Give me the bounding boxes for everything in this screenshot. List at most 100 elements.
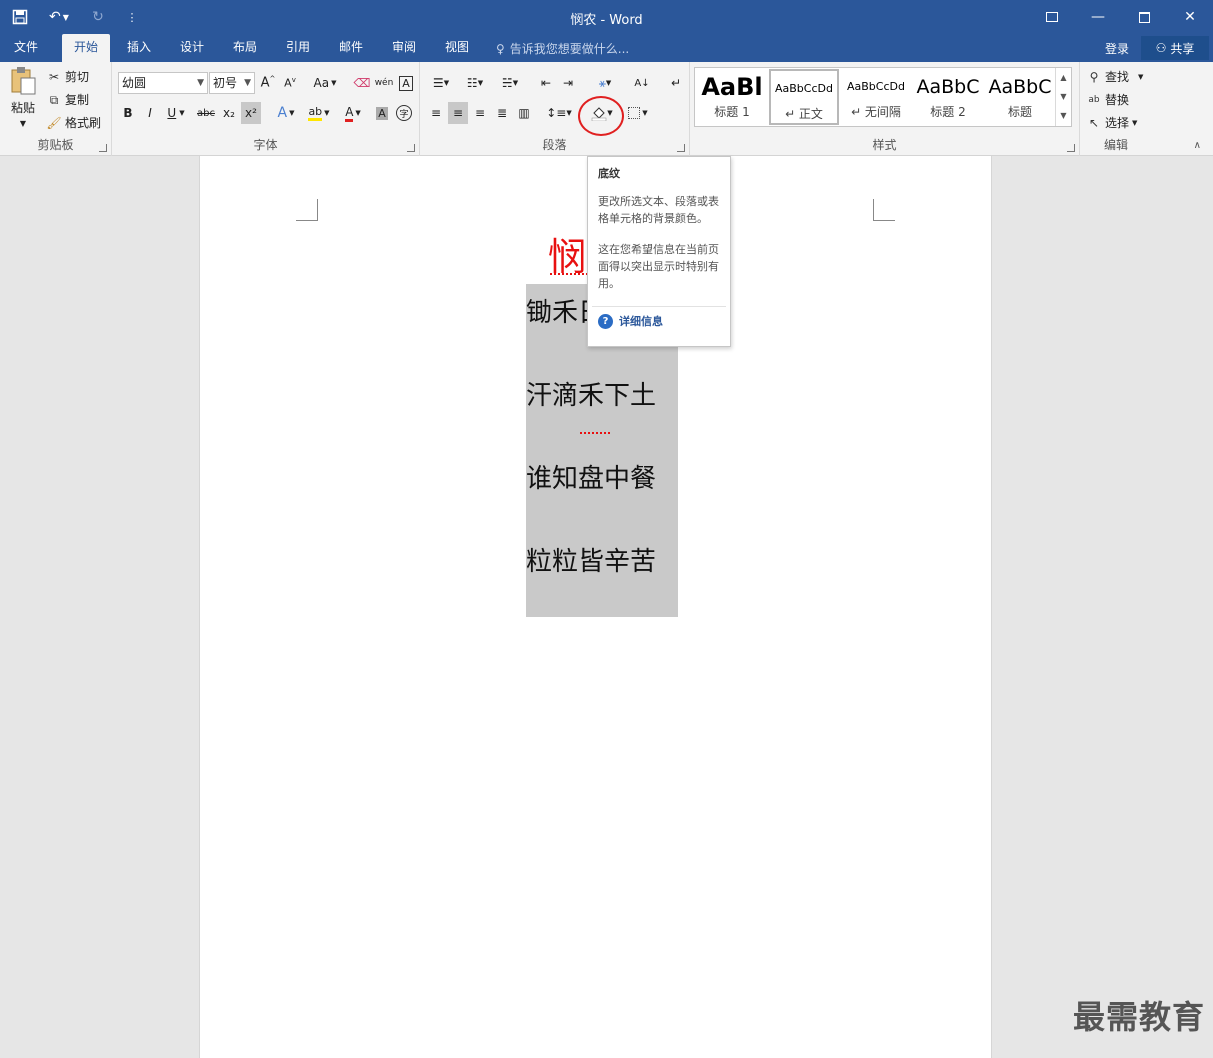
close-button[interactable]: ✕ [1167,0,1213,34]
find-button[interactable]: ⚲ 查找 ▼ [1086,68,1144,85]
tab-design[interactable]: 设计 [168,34,216,62]
style-title[interactable]: AaBbC 标题 [985,69,1055,125]
font-color-button[interactable]: A ▼ [338,102,368,124]
distributed-button[interactable]: ▥ [514,102,534,124]
borders-button[interactable]: ▼ [622,102,654,124]
increase-indent-button[interactable]: ⇥ [558,72,578,94]
tab-insert[interactable]: 插入 [115,34,163,62]
copy-button[interactable]: ⧉ 复制 [46,91,89,108]
login-link[interactable]: 登录 [1105,40,1129,57]
sort-button[interactable]: A↓ [632,72,652,94]
paintbrush-icon: 🖌 [46,115,62,130]
enclose-characters-button[interactable]: 字 [394,102,414,124]
justify-icon: ≣ [496,106,508,120]
font-color-dropdown-icon: ▼ [355,109,361,117]
underline-button[interactable]: U ▼ [162,102,190,124]
multilevel-list-icon: ☵ [501,76,513,90]
shrink-font-button[interactable]: Av [280,72,300,94]
font-launcher-icon[interactable] [407,144,415,152]
tab-home[interactable]: 开始 [62,34,111,62]
cut-button[interactable]: ✂ 剪切 [46,68,89,85]
styles-group-label: 样式 [872,138,897,152]
align-right-icon: ≡ [474,106,486,120]
replace-button[interactable]: ab 替换 [1086,91,1129,108]
style-heading-1[interactable]: AaBl 标题 1 [697,69,767,125]
clipboard-launcher-icon[interactable] [99,144,107,152]
paragraph-launcher-icon[interactable] [677,144,685,152]
help-icon: ? [598,313,613,329]
strikethrough-button[interactable]: abc [194,102,218,124]
tab-file[interactable]: 文件 [2,34,50,62]
font-size-combo[interactable]: 初号 ▼ [209,72,255,94]
gallery-more-icon[interactable]: ▼ [1056,106,1071,125]
tooltip-more-info-link[interactable]: ? 详细信息 [598,313,720,329]
change-case-label: Aa [313,76,330,90]
style-normal[interactable]: AaBbCcDd ↵ 正文 [769,69,839,125]
select-label: 选择 [1105,116,1130,130]
character-border-button[interactable]: A [396,72,416,94]
align-center-button[interactable]: ≡ [448,102,468,124]
ribbon-display-options-button[interactable] [1029,0,1075,34]
format-painter-button[interactable]: 🖌 格式刷 [46,114,101,131]
italic-label: I [148,106,152,120]
decrease-indent-button[interactable]: ⇤ [536,72,556,94]
collapse-ribbon-button[interactable]: ∧ [1194,140,1201,151]
bullets-button[interactable]: ☰ ▼ [426,72,456,94]
justify-button[interactable]: ≣ [492,102,512,124]
numbering-button[interactable]: ☷ ▼ [460,72,490,94]
tab-view[interactable]: 视图 [433,34,481,62]
align-center-icon: ≡ [452,106,464,120]
chinese-layout-dropdown-icon: ▼ [605,79,612,87]
bullets-icon: ☰ [432,76,444,90]
share-button[interactable]: ⚇ 共享 [1141,36,1209,60]
highlight-button[interactable]: ab ▼ [304,102,334,124]
phonetic-guide-icon: wén [374,78,394,88]
tab-layout[interactable]: 布局 [221,34,269,62]
align-left-button[interactable]: ≡ [426,102,446,124]
ribbon-display-icon [1046,12,1058,22]
strikethrough-label: abc [197,107,215,119]
underline-label: U [167,106,177,120]
styles-launcher-icon[interactable] [1067,144,1075,152]
tab-references[interactable]: 引用 [274,34,322,62]
show-marks-button[interactable]: ↵ [666,72,686,94]
minimize-button[interactable]: — [1075,0,1121,34]
tell-me-box[interactable]: ♀ 告诉我您想要做什么... [496,40,629,57]
multilevel-list-button[interactable]: ☵ ▼ [494,72,526,94]
find-label: 查找 [1105,70,1130,84]
style-no-spacing[interactable]: AaBbCcDd ↵ 无间隔 [841,69,911,125]
select-button[interactable]: ↖ 选择 ▼ [1086,114,1137,131]
watermark-text: 最需教育 [1072,998,1205,1036]
change-case-button[interactable]: Aa ▼ [308,72,342,94]
tab-mailings[interactable]: 邮件 [327,34,375,62]
text-effects-button[interactable]: A ▼ [272,102,300,124]
gallery-down-icon[interactable]: ▼ [1056,87,1071,106]
subscript-button[interactable]: x₂ [219,102,239,124]
font-color-icon: A [345,105,354,122]
style-heading-2[interactable]: AaBbC 标题 2 [913,69,983,125]
gallery-scroll: ▲ ▼ ▼ [1055,68,1071,126]
maximize-button[interactable] [1121,0,1167,34]
superscript-button[interactable]: x² [241,102,261,124]
chinese-layout-button[interactable]: ⚹ ▼ [590,72,620,94]
line-spacing-button[interactable]: ↕≡ ▼ [544,102,574,124]
share-label: 共享 [1170,41,1195,56]
align-left-icon: ≡ [430,106,442,120]
gallery-up-icon[interactable]: ▲ [1056,68,1071,87]
italic-button[interactable]: I [140,102,160,124]
paragraph-group-label: 段落 [542,138,567,152]
clear-formatting-button[interactable]: ⌫ [352,72,372,94]
person-icon: ⚇ [1155,41,1167,55]
styles-gallery: AaBl 标题 1 AaBbCcDd ↵ 正文 AaBbCcDd ↵ 无间隔 A… [694,67,1072,127]
character-shading-button[interactable]: A [372,102,392,124]
align-right-button[interactable]: ≡ [470,102,490,124]
bold-button[interactable]: B [118,102,138,124]
paste-button[interactable]: 粘贴 ▼ [6,66,40,128]
paste-dropdown-icon: ▼ [19,119,27,128]
grow-font-button[interactable]: A^ [258,72,278,94]
phonetic-guide-button[interactable]: wén [374,72,394,94]
tab-review[interactable]: 审阅 [380,34,428,62]
font-name-combo[interactable]: 幼圆 ▼ [118,72,208,94]
line-spacing-dropdown-icon: ▼ [566,109,572,117]
style-normal-preview: AaBbCcDd [775,82,833,95]
